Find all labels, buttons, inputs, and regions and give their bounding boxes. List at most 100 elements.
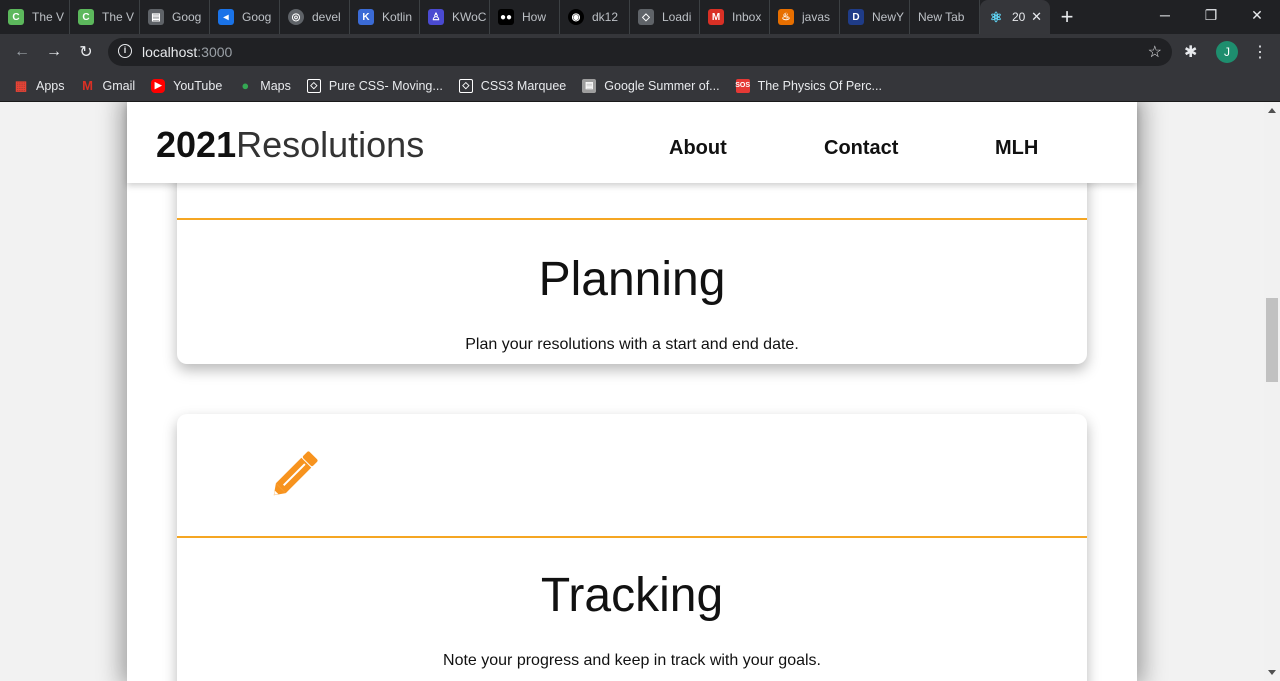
card-divider	[177, 536, 1087, 538]
page-content: Planning Plan your resolutions with a st…	[127, 102, 1137, 681]
site-header: 2021Resolutions About Contact MLH	[127, 102, 1137, 183]
tab-10[interactable]: M Inbox	[700, 0, 770, 34]
bookmark-youtube[interactable]: ▶ YouTube	[151, 78, 223, 93]
tab-8[interactable]: ◉ dk12	[560, 0, 630, 34]
bookmark-star-icon[interactable]: ☆	[1148, 42, 1162, 62]
tab-4[interactable]: ◎ devel	[280, 0, 350, 34]
bookmark-label: CSS3 Marquee	[480, 78, 567, 93]
nav-contact-link[interactable]: Contact	[824, 137, 898, 160]
google-meet-icon: ◂	[218, 9, 234, 25]
bookmark-label: Apps	[36, 78, 65, 93]
react-icon: ⚛	[989, 8, 1003, 25]
tab-2[interactable]: ▤ Goog	[140, 0, 210, 34]
codepen-icon: ◇	[458, 78, 473, 93]
apps-grid-icon: ▦	[14, 77, 28, 93]
nav-about-link[interactable]: About	[669, 137, 727, 160]
forward-icon[interactable]: →	[42, 40, 66, 64]
card-description: Plan your resolutions with a start and e…	[465, 336, 799, 353]
bookmark-label: Maps	[260, 78, 291, 93]
logo-number: 2021	[156, 124, 237, 165]
bookmark-gsoc[interactable]: ▤ Google Summer of...	[582, 78, 720, 93]
close-window-icon[interactable]: ✕	[1234, 0, 1280, 30]
tab-6[interactable]: ♙ KWoC	[420, 0, 490, 34]
card-divider	[177, 218, 1087, 220]
extensions-icon[interactable]: ✱	[1184, 42, 1197, 62]
github-icon: ◉	[568, 9, 584, 25]
tab-1[interactable]: C The V	[70, 0, 140, 34]
medium-icon: ●●	[498, 9, 514, 25]
restore-icon[interactable]: ❐	[1188, 0, 1234, 30]
gmail-icon: M	[708, 9, 724, 25]
tab-label: javas	[802, 10, 831, 24]
card-description: Note your progress and keep in track wit…	[443, 652, 821, 669]
tab-label: 20	[1012, 10, 1026, 24]
java-icon: ♨	[778, 9, 794, 25]
scrollbar-thumb[interactable]	[1266, 298, 1278, 382]
bookmark-label: Pure CSS- Moving...	[328, 78, 443, 93]
tab-9[interactable]: ◇ Loadi	[630, 0, 700, 34]
bookmark-label: Google Summer of...	[604, 78, 720, 93]
browser-toolbar: ← → ↻ i localhost:3000 ☆ ✱	[0, 34, 1280, 70]
url-text: localhost:3000	[142, 44, 233, 60]
menu-icon[interactable]: ⋮	[1252, 42, 1268, 62]
feature-card-tracking: Tracking Note your progress and keep in …	[177, 414, 1087, 681]
card-title: Planning	[538, 253, 726, 306]
pencil-icon	[273, 451, 318, 496]
page-viewport: Planning Plan your resolutions with a st…	[0, 102, 1264, 681]
bookmark-physics[interactable]: SOS The Physics Of Perc...	[735, 78, 882, 93]
tab-7[interactable]: ●● How	[490, 0, 560, 34]
bookmark-apps[interactable]: ▦ Apps	[14, 77, 65, 93]
tab-label: NewY	[872, 10, 905, 24]
tab-13[interactable]: New Tab	[910, 0, 980, 34]
tab-label: New Tab	[918, 10, 965, 24]
tab-strip: C The V C The V ▤ Goog ◂ Goog ◎ devel K …	[0, 0, 1280, 34]
kwoc-icon: ♙	[428, 9, 444, 25]
sos-icon: SOS	[735, 78, 750, 93]
youtube-icon: ▶	[151, 78, 166, 93]
tab-label: Kotlin	[382, 10, 413, 24]
bookmark-maps[interactable]: ● Maps	[238, 78, 291, 93]
scroll-up-icon[interactable]	[1268, 108, 1276, 113]
reload-icon[interactable]: ↻	[74, 40, 98, 64]
tab-label: Inbox	[732, 10, 762, 24]
tab-label: The V	[32, 10, 65, 24]
tab-active[interactable]: ⚛ 20 ✕	[980, 0, 1050, 34]
tab-label: devel	[312, 10, 341, 24]
tab-label: Goog	[172, 10, 202, 24]
google-docs-icon: ▤	[148, 9, 164, 25]
gsoc-icon: ▤	[582, 78, 597, 93]
address-bar[interactable]: i localhost:3000 ☆	[108, 38, 1172, 66]
codesandbox-icon: ◇	[638, 9, 654, 25]
tab-5[interactable]: K Kotlin	[350, 0, 420, 34]
bookmark-gmail[interactable]: M Gmail	[81, 78, 135, 93]
logo-word: Resolutions	[236, 124, 425, 165]
gmail-icon: M	[82, 78, 93, 93]
site-info-icon[interactable]: i	[118, 44, 132, 58]
minimize-icon[interactable]: ─	[1142, 0, 1188, 30]
tab-0[interactable]: C The V	[0, 0, 70, 34]
new-tab-button[interactable]: +	[1050, 0, 1084, 34]
site-logo[interactable]: 2021Resolutions	[156, 124, 424, 166]
codepen-icon: ◇	[306, 78, 321, 93]
codechef-icon: C	[78, 9, 94, 25]
codechef-icon: C	[8, 9, 24, 25]
back-icon[interactable]: ←	[10, 40, 34, 64]
tab-3[interactable]: ◂ Goog	[210, 0, 280, 34]
scroll-down-icon[interactable]	[1268, 670, 1276, 675]
globe-icon: ◎	[288, 9, 304, 25]
profile-avatar[interactable]: J	[1216, 41, 1238, 63]
bookmark-pure-css[interactable]: ◇ Pure CSS- Moving...	[306, 78, 443, 93]
dev-icon: D	[848, 9, 864, 25]
tab-label: Loadi	[662, 10, 692, 24]
tab-label: How	[522, 10, 547, 24]
maps-pin-icon: ●	[241, 78, 250, 93]
tab-11[interactable]: ♨ javas	[770, 0, 840, 34]
bookmark-css3-marquee[interactable]: ◇ CSS3 Marquee	[458, 78, 567, 93]
bookmark-label: The Physics Of Perc...	[757, 78, 882, 93]
page-scrollbar[interactable]	[1264, 102, 1280, 681]
kotlin-icon: K	[358, 9, 374, 25]
nav-mlh-link[interactable]: MLH	[995, 137, 1038, 160]
tab-12[interactable]: D NewY	[840, 0, 910, 34]
close-tab-icon[interactable]: ✕	[1031, 9, 1042, 25]
bookmark-label: YouTube	[173, 78, 223, 93]
